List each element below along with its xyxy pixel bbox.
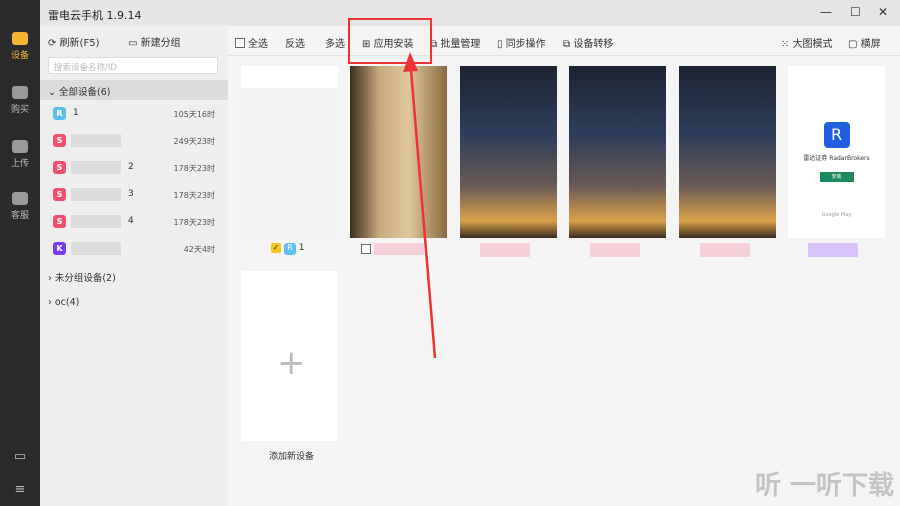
annotation-arrow — [403, 52, 437, 359]
arrow-head — [403, 52, 418, 72]
arrow-shaft — [409, 69, 437, 359]
watermark: 听 一听下载 — [754, 471, 894, 501]
